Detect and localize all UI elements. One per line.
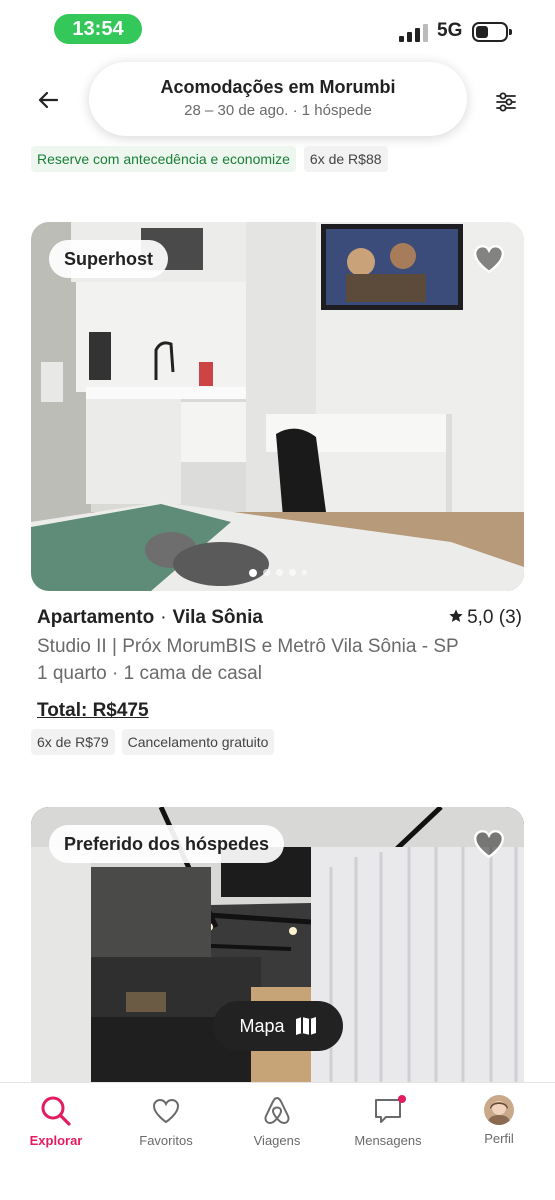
- search-location: Acomodações em Morumbi: [160, 77, 396, 97]
- heart-icon: [152, 1098, 180, 1124]
- listing-title: Studio II | Próx MorumBIS e Metrô Vila S…: [37, 636, 459, 657]
- listing-type: Apartamento: [37, 607, 155, 628]
- status-bar: 13:54 5G: [0, 0, 555, 56]
- nav-label: Mensagens: [354, 1133, 422, 1148]
- nav-favorites[interactable]: Favoritos: [116, 1095, 216, 1148]
- listing-info[interactable]: Apartamento · Vila Sônia 5,0 (3) Studio II…: [37, 607, 522, 722]
- listing-header-line: Apartamento · Vila Sônia 5,0 (3): [37, 607, 522, 633]
- star-icon: [449, 609, 463, 622]
- installments-chip: 6x de R$88: [303, 146, 388, 172]
- carousel-dot: [288, 569, 296, 576]
- heart-icon: [474, 245, 504, 274]
- sliders-icon: [496, 92, 516, 112]
- free-cancellation-chip: Cancelamento gratuito: [121, 729, 275, 755]
- status-time: 13:54: [54, 14, 142, 44]
- carousel-dot: [248, 569, 257, 577]
- listing-rating: 5,0 (3): [448, 607, 522, 629]
- heart-icon: [474, 830, 504, 859]
- installments-chip: 6x de R$79: [31, 729, 115, 755]
- listing-photo-carousel[interactable]: Preferido dos hóspedes: [31, 807, 524, 1097]
- map-button[interactable]: Mapa: [213, 1001, 343, 1051]
- nav-label: Perfil: [484, 1131, 514, 1146]
- page: 13:54 5G Acomodações em Morumbi 28 – 30 …: [0, 0, 555, 1200]
- back-button[interactable]: [30, 82, 66, 118]
- rating-value: 5,0 (3): [467, 607, 522, 628]
- nav-messages[interactable]: Mensagens: [338, 1095, 438, 1148]
- header: Acomodações em Morumbi 28 – 30 de ago. ·…: [0, 56, 555, 152]
- bottom-nav: Explorar Favoritos Viagens Mensagens Per…: [0, 1082, 555, 1200]
- avatar: [484, 1095, 514, 1125]
- map-button-label: Mapa: [239, 1015, 285, 1036]
- favorite-button[interactable]: [472, 827, 506, 861]
- nav-label: Explorar: [29, 1133, 83, 1148]
- nav-explore[interactable]: Explorar: [6, 1095, 106, 1148]
- battery-icon: [472, 22, 512, 42]
- signal-icon: [399, 22, 429, 42]
- superhost-badge: Superhost: [49, 240, 169, 278]
- arrow-left-icon: [38, 91, 59, 109]
- early-booking-chip: Reserve com antecedência e economize: [31, 146, 296, 172]
- airbnb-logo-icon: [264, 1096, 290, 1125]
- filters-button[interactable]: [486, 82, 526, 122]
- listing-photo-carousel[interactable]: Superhost: [31, 222, 524, 591]
- listing-beds: 1 quarto · 1 cama de casal: [37, 663, 262, 684]
- notification-dot: [398, 1095, 406, 1103]
- favorite-button[interactable]: [472, 242, 506, 276]
- carousel-dots: [31, 569, 524, 577]
- map-icon: [295, 1017, 316, 1035]
- carousel-dot: [275, 569, 283, 576]
- previous-listing-chips: Reserve com antecedência e economize 6x …: [31, 146, 388, 172]
- carousel-dot: [262, 569, 270, 576]
- listing-chips: 6x de R$79 Cancelamento gratuito: [31, 729, 275, 755]
- search-summary-pill[interactable]: Acomodações em Morumbi 28 – 30 de ago. ·…: [89, 62, 467, 136]
- separator-dot: ·: [160, 607, 167, 628]
- search-dates-guests: 28 – 30 de ago. · 1 hóspede: [184, 102, 372, 119]
- carousel-dot: [301, 570, 307, 575]
- listing-total-price[interactable]: Total: R$475: [37, 700, 149, 722]
- search-icon: [41, 1096, 71, 1126]
- nav-label: Viagens: [253, 1133, 301, 1148]
- listing-neighborhood: Vila Sônia: [172, 607, 263, 628]
- nav-trips[interactable]: Viagens: [227, 1095, 327, 1148]
- guest-favorite-badge: Preferido dos hóspedes: [49, 825, 285, 863]
- nav-profile[interactable]: Perfil: [449, 1095, 549, 1146]
- nav-label: Favoritos: [139, 1133, 193, 1148]
- network-type: 5G: [437, 20, 463, 41]
